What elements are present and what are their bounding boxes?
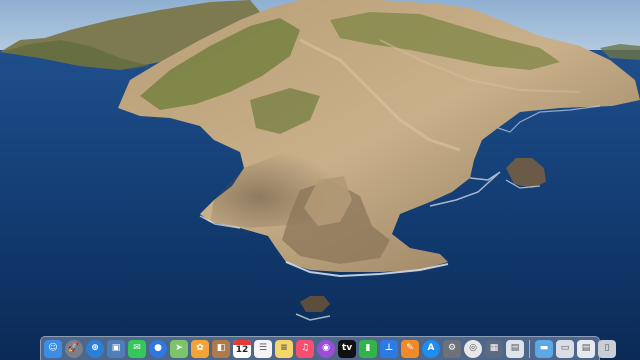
calendar-header bbox=[233, 339, 251, 345]
photos-glyph: ✿ bbox=[196, 343, 204, 353]
photos-icon[interactable]: ✿ bbox=[191, 339, 209, 358]
desktop-wallpaper bbox=[0, 0, 640, 360]
trash-icon[interactable]: ▯ bbox=[598, 339, 616, 358]
reminders-icon[interactable]: ☰ bbox=[254, 339, 272, 358]
dock: ☺ 🚀 ⊕ ▣ ✉ ● ➤ ✿ ◧ 12 ☰ ≡ ♫ ◉ tv ▮ ⊥ ✎ A ⚙ ◎ ▦ ▤ ▬ ▭ ▤ ▯ bbox=[40, 336, 616, 360]
stack-glyph: ▭ bbox=[560, 343, 570, 353]
stack-icon[interactable]: ▭ bbox=[556, 339, 574, 358]
finder-glyph: ☺ bbox=[48, 343, 58, 353]
keynote-glyph: ⊥ bbox=[384, 343, 394, 353]
safari-icon[interactable]: ⊕ bbox=[86, 339, 104, 358]
messages-glyph: ✉ bbox=[133, 343, 141, 353]
system-preferences-glyph: ⚙ bbox=[447, 343, 457, 353]
document-icon[interactable]: ▤ bbox=[506, 339, 524, 358]
contacts-icon[interactable]: ◧ bbox=[212, 339, 230, 358]
pages-glyph: ✎ bbox=[406, 343, 414, 353]
podcasts-icon[interactable]: ◉ bbox=[317, 339, 335, 358]
screenshot-app-glyph: ▦ bbox=[489, 343, 499, 353]
dock-separator bbox=[529, 339, 530, 358]
safari-glyph: ⊕ bbox=[91, 343, 99, 353]
photo-browser-icon[interactable]: ▣ bbox=[107, 339, 125, 358]
folder-icon[interactable]: ▬ bbox=[535, 339, 553, 358]
calendar-day-number: 12 bbox=[235, 344, 249, 355]
chrome-icon[interactable]: ◎ bbox=[464, 339, 482, 358]
launchpad-glyph: 🚀 bbox=[68, 343, 80, 353]
apple-tv-glyph: tv bbox=[341, 343, 353, 353]
numbers-glyph: ▮ bbox=[365, 343, 371, 353]
trash-glyph: ▯ bbox=[604, 343, 610, 353]
document-glyph: ▤ bbox=[510, 343, 520, 353]
app-store-glyph: A bbox=[427, 343, 435, 353]
app-store-icon[interactable]: A bbox=[422, 339, 440, 358]
chrome-glyph: ◎ bbox=[469, 343, 477, 353]
facetime-icon[interactable]: ● bbox=[149, 339, 167, 358]
music-glyph: ♫ bbox=[300, 343, 310, 353]
launchpad-icon[interactable]: 🚀 bbox=[65, 339, 83, 358]
podcasts-glyph: ◉ bbox=[322, 343, 330, 353]
desktop: ☺ 🚀 ⊕ ▣ ✉ ● ➤ ✿ ◧ 12 ☰ ≡ ♫ ◉ tv ▮ ⊥ ✎ A ⚙ ◎ ▦ ▤ ▬ ▭ ▤ ▯ bbox=[0, 0, 640, 360]
folder-glyph: ▬ bbox=[539, 343, 549, 353]
apple-tv-icon[interactable]: tv bbox=[338, 339, 356, 358]
facetime-glyph: ● bbox=[154, 343, 162, 353]
maps-glyph: ➤ bbox=[175, 343, 183, 353]
pages-icon[interactable]: ✎ bbox=[401, 339, 419, 358]
photo-browser-glyph: ▣ bbox=[111, 343, 121, 353]
documents-stack-icon[interactable]: ▤ bbox=[577, 339, 595, 358]
reminders-glyph: ☰ bbox=[258, 343, 268, 353]
calendar-icon[interactable]: 12 bbox=[233, 339, 251, 358]
numbers-icon[interactable]: ▮ bbox=[359, 339, 377, 358]
maps-icon[interactable]: ➤ bbox=[170, 339, 188, 358]
finder-icon[interactable]: ☺ bbox=[44, 339, 62, 358]
system-preferences-icon[interactable]: ⚙ bbox=[443, 339, 461, 358]
contacts-glyph: ◧ bbox=[216, 343, 226, 353]
documents-stack-glyph: ▤ bbox=[581, 343, 591, 353]
screenshot-app-icon[interactable]: ▦ bbox=[485, 339, 503, 358]
notes-icon[interactable]: ≡ bbox=[275, 339, 293, 358]
music-icon[interactable]: ♫ bbox=[296, 339, 314, 358]
notes-glyph: ≡ bbox=[280, 343, 288, 353]
messages-icon[interactable]: ✉ bbox=[128, 339, 146, 358]
keynote-icon[interactable]: ⊥ bbox=[380, 339, 398, 358]
